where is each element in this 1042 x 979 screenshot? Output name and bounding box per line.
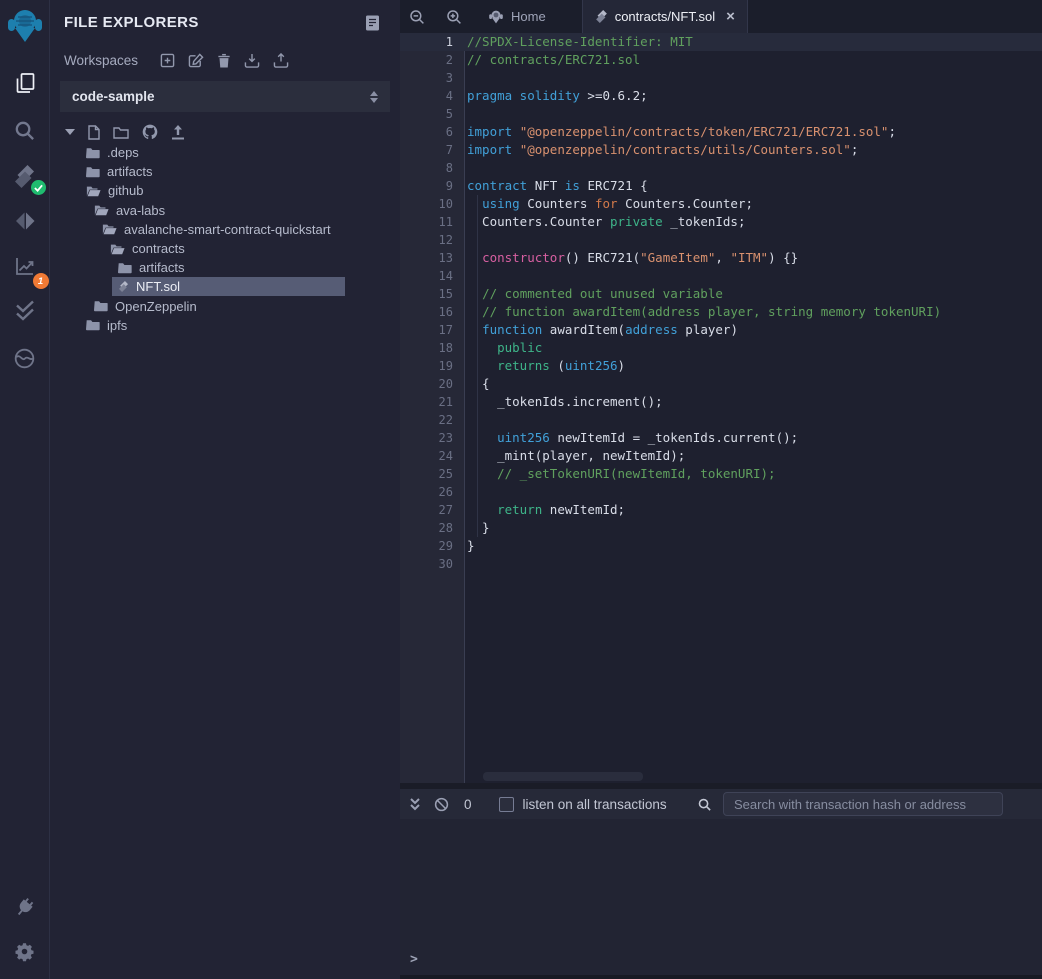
file-explorer-panel: FILE EXPLORERS Workspaces xyxy=(50,0,400,979)
new-file-icon[interactable] xyxy=(88,125,100,140)
remix-logo-icon[interactable] xyxy=(5,5,45,47)
clear-console-icon[interactable] xyxy=(434,797,449,812)
tree-folder-ipfs[interactable]: ipfs xyxy=(50,316,400,335)
terminal-search-icon xyxy=(697,797,712,812)
code-line-23[interactable]: 23 uint256 newItemId = _tokenIds.current… xyxy=(400,429,1042,447)
terminal-toolbar: 0 listen on all transactions xyxy=(400,789,1042,819)
solidity-compiler-icon[interactable] xyxy=(7,158,43,194)
select-arrows-icon xyxy=(370,91,378,103)
code-line-25[interactable]: 25 // _setTokenURI(newItemId, tokenURI); xyxy=(400,465,1042,483)
solidity-file-icon xyxy=(595,9,608,24)
zoom-out-icon[interactable] xyxy=(408,8,426,26)
upload-file-icon[interactable] xyxy=(171,125,185,140)
code-line-3[interactable]: 3 xyxy=(400,69,1042,87)
code-line-11[interactable]: 11 Counters.Counter private _tokenIds; xyxy=(400,213,1042,231)
code-line-2[interactable]: 2// contracts/ERC721.sol xyxy=(400,51,1042,69)
code-line-10[interactable]: 10 using Counters for Counters.Counter; xyxy=(400,195,1042,213)
editor-area: Home contracts/NFT.sol × 1//SPDX-License… xyxy=(400,0,1042,979)
analyzer-icon[interactable] xyxy=(7,340,43,376)
deploy-run-icon[interactable] xyxy=(7,203,43,239)
analytics-icon[interactable]: 1 xyxy=(7,248,43,284)
code-line-30[interactable]: 30 xyxy=(400,555,1042,573)
rename-workspace-icon[interactable] xyxy=(188,53,204,68)
code-line-28[interactable]: 28 } xyxy=(400,519,1042,537)
code-line-1[interactable]: 1//SPDX-License-Identifier: MIT xyxy=(400,33,1042,51)
code-line-8[interactable]: 8 xyxy=(400,159,1042,177)
tree-folder-artifacts[interactable]: artifacts xyxy=(50,162,400,181)
workspace-name: code-sample xyxy=(72,89,155,104)
terminal-panel: 0 listen on all transactions > xyxy=(400,783,1042,979)
tree-folder-artifacts[interactable]: artifacts xyxy=(50,258,400,277)
tab-nft-sol[interactable]: contracts/NFT.sol × xyxy=(582,0,748,33)
workspace-select[interactable]: code-sample xyxy=(60,81,390,112)
terminal-collapse-icon[interactable] xyxy=(409,797,421,811)
code-line-24[interactable]: 24 _mint(player, newItemId); xyxy=(400,447,1042,465)
code-line-12[interactable]: 12 xyxy=(400,231,1042,249)
transaction-search-input[interactable] xyxy=(723,792,1003,816)
restore-workspace-icon[interactable] xyxy=(273,53,289,68)
terminal-output[interactable]: > xyxy=(400,819,1042,975)
tree-folder-github[interactable]: github xyxy=(50,181,400,200)
code-line-26[interactable]: 26 xyxy=(400,483,1042,501)
code-line-21[interactable]: 21 _tokenIds.increment(); xyxy=(400,393,1042,411)
tab-bar: Home contracts/NFT.sol × xyxy=(400,0,1042,33)
code-line-16[interactable]: 16 // function awardItem(address player,… xyxy=(400,303,1042,321)
code-line-19[interactable]: 19 returns (uint256) xyxy=(400,357,1042,375)
code-line-4[interactable]: 4pragma solidity >=0.6.2; xyxy=(400,87,1042,105)
tab-file-label: contracts/NFT.sol xyxy=(615,9,715,24)
tree-collapse-caret-icon[interactable] xyxy=(65,129,75,135)
code-line-13[interactable]: 13 constructor() ERC721("GameItem", "ITM… xyxy=(400,249,1042,267)
code-line-14[interactable]: 14 xyxy=(400,267,1042,285)
tree-folder-contracts[interactable]: contracts xyxy=(50,239,400,258)
editor-horizontal-scrollbar[interactable] xyxy=(483,772,643,781)
code-editor[interactable]: 1//SPDX-License-Identifier: MIT2// contr… xyxy=(400,33,1042,783)
docs-book-icon[interactable] xyxy=(365,15,380,31)
tree-folder-ava-labs[interactable]: ava-labs xyxy=(50,201,400,220)
analytics-count-badge: 1 xyxy=(33,273,49,289)
code-line-18[interactable]: 18 public xyxy=(400,339,1042,357)
new-folder-icon[interactable] xyxy=(113,126,129,139)
panel-title: FILE EXPLORERS xyxy=(64,14,199,31)
code-line-29[interactable]: 29} xyxy=(400,537,1042,555)
tree-folder-OpenZeppelin[interactable]: OpenZeppelin xyxy=(50,297,400,316)
file-tree: .depsartifactsgithubava-labsavalanche-sm… xyxy=(50,143,400,335)
transaction-count: 0 xyxy=(464,797,472,812)
code-line-7[interactable]: 7import "@openzeppelin/contracts/utils/C… xyxy=(400,141,1042,159)
remix-ide-window: 1 xyxy=(0,0,1042,979)
github-clone-icon[interactable] xyxy=(142,124,158,140)
code-line-6[interactable]: 6import "@openzeppelin/contracts/token/E… xyxy=(400,123,1042,141)
zoom-in-icon[interactable] xyxy=(445,8,463,26)
unit-testing-icon[interactable] xyxy=(7,293,43,329)
download-workspace-icon[interactable] xyxy=(244,53,260,68)
tree-folder-avalanche-smart-contract-quickstart[interactable]: avalanche-smart-contract-quickstart xyxy=(50,220,400,239)
tree-folder-.deps[interactable]: .deps xyxy=(50,143,400,162)
tree-file-NFT.sol[interactable]: NFT.sol xyxy=(50,277,400,296)
file-explorer-icon[interactable] xyxy=(7,65,43,101)
settings-icon[interactable] xyxy=(7,933,43,969)
code-line-20[interactable]: 20 { xyxy=(400,375,1042,393)
workspaces-label: Workspaces xyxy=(64,53,138,68)
code-line-9[interactable]: 9contract NFT is ERC721 { xyxy=(400,177,1042,195)
tab-home-label: Home xyxy=(511,9,546,24)
code-line-22[interactable]: 22 xyxy=(400,411,1042,429)
search-icon[interactable] xyxy=(7,112,43,148)
remix-home-icon xyxy=(488,9,504,25)
create-workspace-icon[interactable] xyxy=(160,53,175,68)
compile-success-badge xyxy=(31,180,46,195)
delete-workspace-icon[interactable] xyxy=(217,53,231,68)
tab-close-icon[interactable]: × xyxy=(726,9,735,24)
code-line-15[interactable]: 15 // commented out unused variable xyxy=(400,285,1042,303)
code-line-27[interactable]: 27 return newItemId; xyxy=(400,501,1042,519)
listen-transactions-checkbox[interactable] xyxy=(499,797,514,812)
icon-sidebar: 1 xyxy=(0,0,50,979)
terminal-bottom-edge xyxy=(400,975,1042,979)
plugin-manager-icon[interactable] xyxy=(7,889,43,925)
code-line-5[interactable]: 5 xyxy=(400,105,1042,123)
terminal-prompt: > xyxy=(410,952,418,967)
listen-transactions-label: listen on all transactions xyxy=(523,797,667,812)
code-line-17[interactable]: 17 function awardItem(address player) xyxy=(400,321,1042,339)
tab-home[interactable]: Home xyxy=(476,0,558,33)
